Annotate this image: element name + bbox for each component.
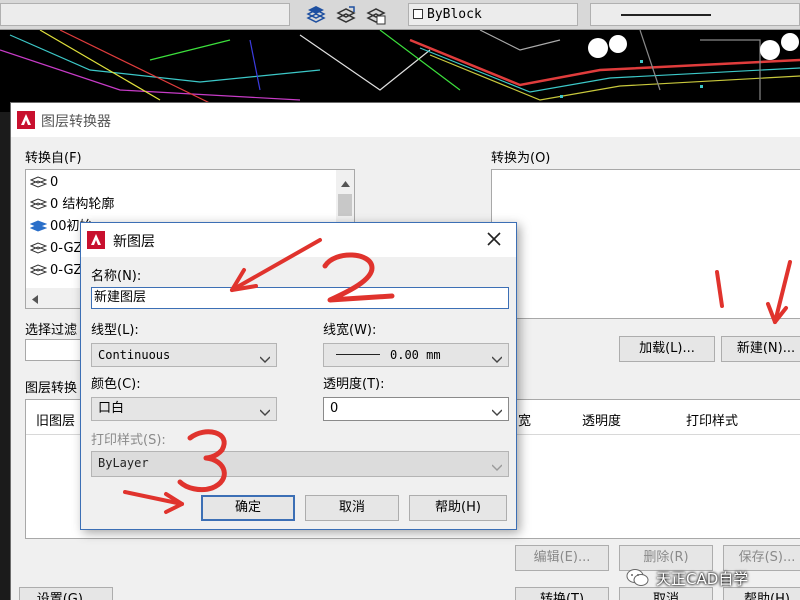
linetype-combo-value: ByBlock bbox=[427, 7, 482, 22]
autocad-logo-icon bbox=[87, 231, 105, 253]
lineweight-preview bbox=[336, 354, 380, 355]
help-button[interactable]: 帮助(H) bbox=[409, 495, 507, 521]
scroll-left-icon[interactable] bbox=[32, 293, 38, 308]
linetype-select[interactable]: Continuous bbox=[91, 343, 277, 367]
convert-to-label: 转换为(O) bbox=[491, 151, 551, 166]
linetype-label: 线型(L): bbox=[91, 323, 139, 338]
layer-states-icon[interactable] bbox=[365, 4, 387, 26]
layer-icon bbox=[29, 196, 48, 210]
color-select[interactable]: 口白 bbox=[91, 397, 277, 421]
list-item[interactable]: 0 bbox=[29, 172, 59, 194]
close-icon[interactable] bbox=[485, 230, 503, 252]
chevron-down-icon bbox=[491, 349, 503, 363]
lineweight-select-value: 0.00 mm bbox=[390, 348, 441, 362]
list-item[interactable]: 0-GZ bbox=[29, 260, 83, 282]
settings-button[interactable]: 设置(G)... bbox=[19, 587, 113, 600]
cancel-button[interactable]: 取消 bbox=[305, 495, 399, 521]
step-1-label: 1 bbox=[712, 270, 731, 305]
scroll-thumb[interactable] bbox=[338, 194, 352, 216]
column-header-old-layer[interactable]: 旧图层 bbox=[36, 410, 75, 429]
watermark-text: 天正CAD自学 bbox=[656, 570, 749, 588]
column-header-lineweight[interactable]: 宽 bbox=[518, 410, 531, 429]
transparency-select[interactable]: 0 bbox=[323, 397, 509, 421]
color-label: 颜色(C): bbox=[91, 377, 141, 392]
color-swatch-icon bbox=[413, 9, 423, 19]
new-layer-title: 新图层 bbox=[113, 234, 155, 250]
layer-name: 0-GZ bbox=[50, 241, 83, 256]
toolbar: ByBlock bbox=[0, 0, 800, 30]
edit-button[interactable]: 编辑(E)... bbox=[515, 545, 609, 571]
load-button[interactable]: 加载(L)... bbox=[619, 336, 715, 362]
main-titlebar: 图层转换器 bbox=[11, 103, 800, 137]
selection-filter-label: 选择过滤 bbox=[25, 323, 78, 338]
layer-previous-icon[interactable] bbox=[335, 4, 357, 26]
layer-match-icon[interactable] bbox=[305, 4, 327, 26]
drawing-canvas[interactable] bbox=[0, 30, 800, 112]
linetype-select-value: Continuous bbox=[98, 348, 171, 362]
main-dialog-title: 图层转换器 bbox=[41, 114, 111, 130]
lineweight-label: 线宽(W): bbox=[323, 323, 377, 338]
layer-mapping-label: 图层转换 bbox=[25, 381, 78, 396]
step-2-label: 2 bbox=[330, 258, 349, 293]
scroll-up-icon[interactable] bbox=[341, 176, 350, 191]
step-3-label: 3 bbox=[190, 430, 209, 465]
convert-to-list[interactable] bbox=[491, 169, 800, 319]
new-layer-button[interactable]: 新建(N)... bbox=[721, 336, 800, 362]
wechat-icon bbox=[626, 568, 650, 592]
lineweight-select[interactable]: 0.00 mm bbox=[323, 343, 509, 367]
list-item[interactable]: 0 结构轮廓 bbox=[29, 194, 115, 216]
ok-button[interactable]: 确定 bbox=[201, 495, 295, 521]
list-item[interactable]: 0-GZ bbox=[29, 238, 83, 260]
linetype-combo[interactable]: ByBlock bbox=[408, 3, 578, 26]
name-label: 名称(N): bbox=[91, 269, 142, 284]
layer-icon bbox=[29, 240, 48, 254]
chevron-down-icon bbox=[259, 349, 271, 363]
transparency-label: 透明度(T): bbox=[323, 377, 385, 392]
chevron-down-icon bbox=[491, 457, 503, 471]
new-layer-dialog: 新图层 名称(N): 新建图层 线型(L): Continuous 线宽(W):… bbox=[80, 222, 517, 530]
selection-filter-input[interactable] bbox=[25, 339, 85, 361]
plotstyle-label: 打印样式(S): bbox=[91, 433, 166, 448]
layer-icon bbox=[29, 174, 48, 188]
layer-name-input-value: 新建图层 bbox=[94, 290, 147, 305]
convert-from-label: 转换自(F) bbox=[25, 151, 82, 166]
convert-button[interactable]: 转换(T) bbox=[515, 587, 609, 600]
autocad-logo-icon bbox=[17, 111, 35, 133]
column-header-plotstyle[interactable]: 打印样式 bbox=[686, 410, 738, 429]
lineweight-combo[interactable] bbox=[590, 3, 800, 26]
chevron-down-icon bbox=[491, 403, 503, 416]
layer-name: 0 bbox=[50, 175, 59, 190]
layer-icon bbox=[29, 262, 48, 276]
layer-name-input[interactable]: 新建图层 bbox=[91, 287, 509, 309]
layer-combo[interactable] bbox=[0, 3, 290, 26]
plotstyle-select-value: ByLayer bbox=[98, 456, 149, 470]
column-header-transparency[interactable]: 透明度 bbox=[582, 410, 621, 429]
color-select-value: 口白 bbox=[98, 401, 125, 416]
layer-name: 0-GZ bbox=[50, 263, 83, 278]
layer-name: 0 结构轮廓 bbox=[50, 197, 115, 212]
chevron-down-icon bbox=[259, 403, 271, 416]
transparency-select-value: 0 bbox=[330, 401, 339, 416]
plotstyle-select[interactable]: ByLayer bbox=[91, 451, 509, 477]
new-layer-titlebar: 新图层 bbox=[81, 223, 516, 257]
layer-icon bbox=[29, 218, 48, 232]
